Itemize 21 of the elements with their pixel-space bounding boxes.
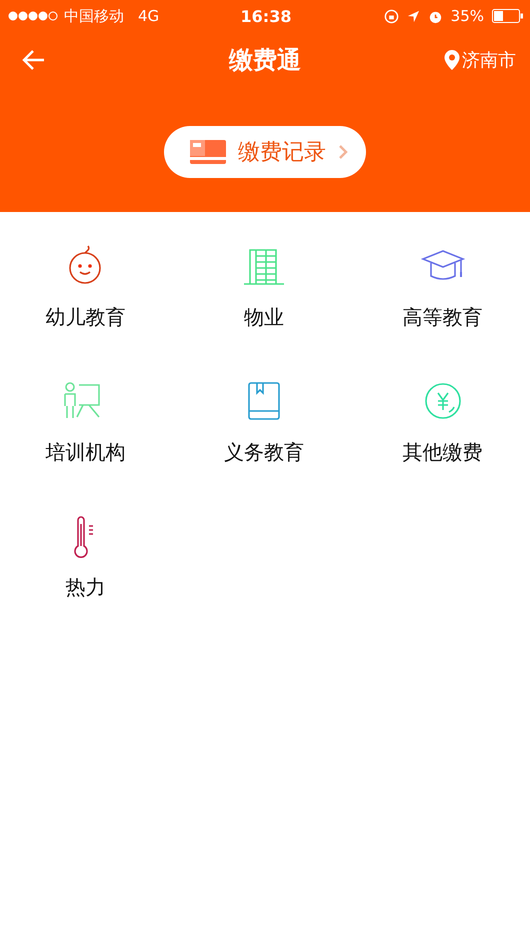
category-label[interactable]: 高等教育 (402, 304, 483, 331)
location-pin-icon (444, 50, 460, 70)
back-arrow-icon[interactable] (22, 49, 46, 71)
location-arrow-icon (406, 10, 420, 22)
category-label[interactable]: 义务教育 (224, 439, 304, 466)
category-label[interactable]: 其他缴费 (402, 439, 483, 466)
category-label[interactable]: 幼儿教育 (45, 304, 126, 331)
page-title: 缴费通 (228, 45, 302, 76)
battery-percent: 35% (450, 7, 484, 25)
chevron-right-icon (338, 144, 348, 160)
category-label[interactable]: 培训机构 (45, 439, 126, 466)
battery-icon (492, 9, 524, 23)
card-icon (190, 140, 226, 164)
payment-records-button[interactable]: 缴费记录 (164, 126, 366, 178)
carrier: 中国移动 (64, 6, 124, 26)
category-label[interactable]: 物业 (244, 304, 284, 331)
signal-icon (8, 11, 58, 21)
clock: 16:38 (240, 6, 292, 26)
rotation-lock-icon (384, 8, 399, 24)
category-label[interactable]: 热力 (65, 574, 106, 601)
network-type: 4G (138, 7, 160, 25)
